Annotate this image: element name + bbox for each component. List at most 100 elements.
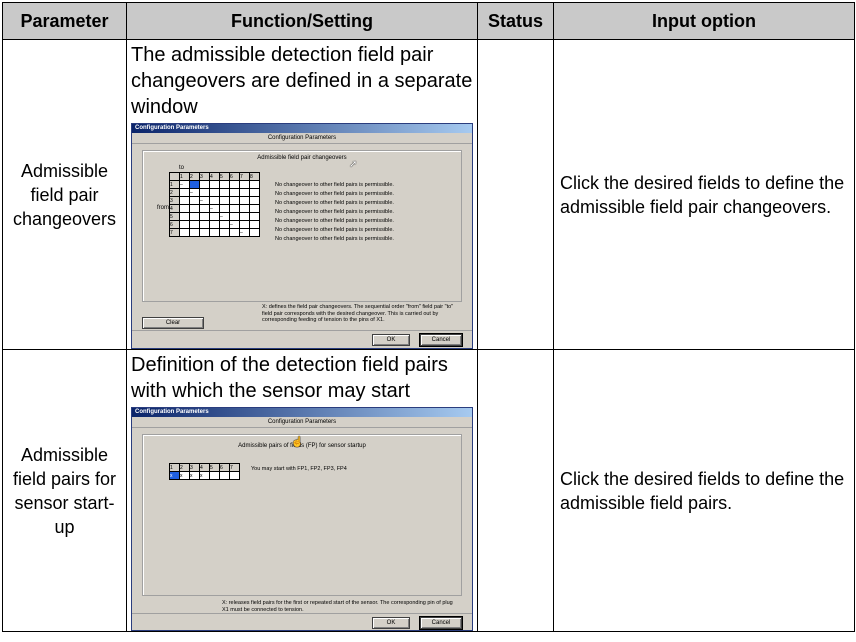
- matrix-cell[interactable]: [179, 196, 190, 205]
- matrix-cell[interactable]: [239, 188, 250, 197]
- header-status: Status: [477, 2, 554, 40]
- function-cell: The admissible detection field pair chan…: [126, 39, 478, 350]
- startup-col-header: 5: [209, 463, 220, 472]
- matrix-cell[interactable]: [249, 188, 260, 197]
- table-row: Admissible field pair changeovers The ad…: [2, 39, 855, 350]
- input-option-cell: Click the desired fields to define the a…: [553, 349, 855, 632]
- matrix-cell[interactable]: [189, 212, 200, 221]
- matrix-cell[interactable]: –: [199, 196, 210, 205]
- matrix-cell[interactable]: [229, 228, 240, 237]
- matrix-cell[interactable]: [229, 196, 240, 205]
- matrix-cell[interactable]: –: [209, 204, 220, 213]
- changeover-message: No changeover to other field pairs is pe…: [275, 209, 394, 215]
- matrix-cell[interactable]: [199, 204, 210, 213]
- start-message: You may start with FP1, FP2, FP3, FP4: [251, 466, 347, 472]
- mouse-cursor-icon: ☝: [291, 437, 304, 448]
- cancel-button[interactable]: Cancel: [419, 616, 463, 630]
- dialog-caption: Configuration Parameters: [132, 417, 472, 428]
- matrix-cell[interactable]: [199, 212, 210, 221]
- matrix-cell[interactable]: [179, 204, 190, 213]
- startup-cell[interactable]: x: [179, 471, 190, 480]
- function-description: The admissible detection field pair chan…: [131, 44, 473, 118]
- matrix-cell[interactable]: [199, 180, 210, 189]
- startup-col-header: 3: [189, 463, 200, 472]
- matrix-cell[interactable]: [179, 220, 190, 229]
- matrix-cell[interactable]: [249, 180, 260, 189]
- startup-cell[interactable]: [219, 471, 230, 480]
- matrix-cell[interactable]: [219, 220, 230, 229]
- startup-cell[interactable]: [209, 471, 220, 480]
- matrix-cell[interactable]: –: [239, 228, 250, 237]
- matrix-cell[interactable]: [249, 196, 260, 205]
- dialog-separator: [132, 330, 472, 331]
- changeover-message: No changeover to other field pairs is pe…: [275, 236, 394, 242]
- matrix-cell[interactable]: [209, 220, 220, 229]
- matrix-cell[interactable]: [209, 212, 220, 221]
- matrix-cell[interactable]: [229, 212, 240, 221]
- startup-cell[interactable]: x: [169, 471, 180, 480]
- function-cell: Definition of the detection field pairs …: [126, 349, 478, 632]
- matrix-cell[interactable]: [219, 204, 230, 213]
- dialog-caption: Configuration Parameters: [132, 133, 472, 144]
- parameter-cell: Admissible field pair changeovers: [2, 39, 127, 350]
- matrix-cell[interactable]: [249, 204, 260, 213]
- matrix-cell[interactable]: [189, 196, 200, 205]
- matrix-cell[interactable]: [239, 196, 250, 205]
- matrix-cell[interactable]: [189, 228, 200, 237]
- clear-button[interactable]: Clear: [142, 317, 204, 329]
- matrix-col-header: 2: [189, 172, 200, 181]
- startup-note: X: releases field pairs for the first or…: [222, 600, 453, 613]
- matrix-cell[interactable]: [219, 188, 230, 197]
- matrix-cell[interactable]: [239, 220, 250, 229]
- matrix-cell[interactable]: [189, 180, 200, 189]
- changeover-group: Admissible field pair changeovers ➚ to f…: [142, 150, 462, 302]
- startup-cell[interactable]: x: [189, 471, 200, 480]
- matrix-cell[interactable]: [209, 228, 220, 237]
- matrix-cell[interactable]: [209, 188, 220, 197]
- matrix-cell[interactable]: –: [189, 188, 200, 197]
- matrix-row-header: 4: [169, 204, 180, 213]
- startup-fields-matrix[interactable]: 1234567xxxx: [169, 463, 240, 480]
- startup-cell[interactable]: x: [199, 471, 210, 480]
- ok-button[interactable]: OK: [372, 334, 410, 346]
- matrix-cell[interactable]: [229, 180, 240, 189]
- from-label: from: [157, 205, 169, 211]
- matrix-cell[interactable]: [239, 204, 250, 213]
- header-input-option: Input option: [553, 2, 855, 40]
- matrix-col-header: 5: [219, 172, 230, 181]
- matrix-cell[interactable]: [249, 220, 260, 229]
- matrix-cell[interactable]: [199, 220, 210, 229]
- changeover-message: No changeover to other field pairs is pe…: [275, 218, 394, 224]
- matrix-cell[interactable]: [239, 212, 250, 221]
- matrix-cell[interactable]: [209, 196, 220, 205]
- matrix-cell[interactable]: [229, 204, 240, 213]
- startup-col-header: 4: [199, 463, 210, 472]
- matrix-cell[interactable]: [179, 212, 190, 221]
- matrix-cell[interactable]: [249, 212, 260, 221]
- matrix-cell[interactable]: [179, 228, 190, 237]
- matrix-cell[interactable]: [189, 220, 200, 229]
- matrix-cell[interactable]: [219, 180, 230, 189]
- matrix-cell[interactable]: [219, 228, 230, 237]
- matrix-cell[interactable]: [239, 180, 250, 189]
- matrix-cell[interactable]: –: [219, 212, 230, 221]
- changeover-matrix[interactable]: 1 2 3 4 5 6 7 8 1–2–3–4–5–6–7–: [169, 172, 260, 237]
- matrix-cell[interactable]: [179, 188, 190, 197]
- matrix-row-header: 7: [169, 228, 180, 237]
- matrix-cell[interactable]: [199, 228, 210, 237]
- matrix-row-header: 3: [169, 196, 180, 205]
- matrix-cell[interactable]: [229, 188, 240, 197]
- cancel-button[interactable]: Cancel: [419, 333, 463, 347]
- matrix-cell[interactable]: [219, 196, 230, 205]
- matrix-cell[interactable]: –: [229, 220, 240, 229]
- matrix-cell[interactable]: [199, 188, 210, 197]
- matrix-cell[interactable]: –: [179, 180, 190, 189]
- matrix-row-header: 2: [169, 188, 180, 197]
- ok-button[interactable]: OK: [372, 617, 410, 629]
- matrix-cell[interactable]: [209, 180, 220, 189]
- changeover-message: No changeover to other field pairs is pe…: [275, 182, 394, 188]
- startup-cell[interactable]: [229, 471, 240, 480]
- changeover-note: X: defines the field pair changeovers. T…: [262, 304, 454, 323]
- matrix-cell[interactable]: [249, 228, 260, 237]
- matrix-cell[interactable]: [189, 204, 200, 213]
